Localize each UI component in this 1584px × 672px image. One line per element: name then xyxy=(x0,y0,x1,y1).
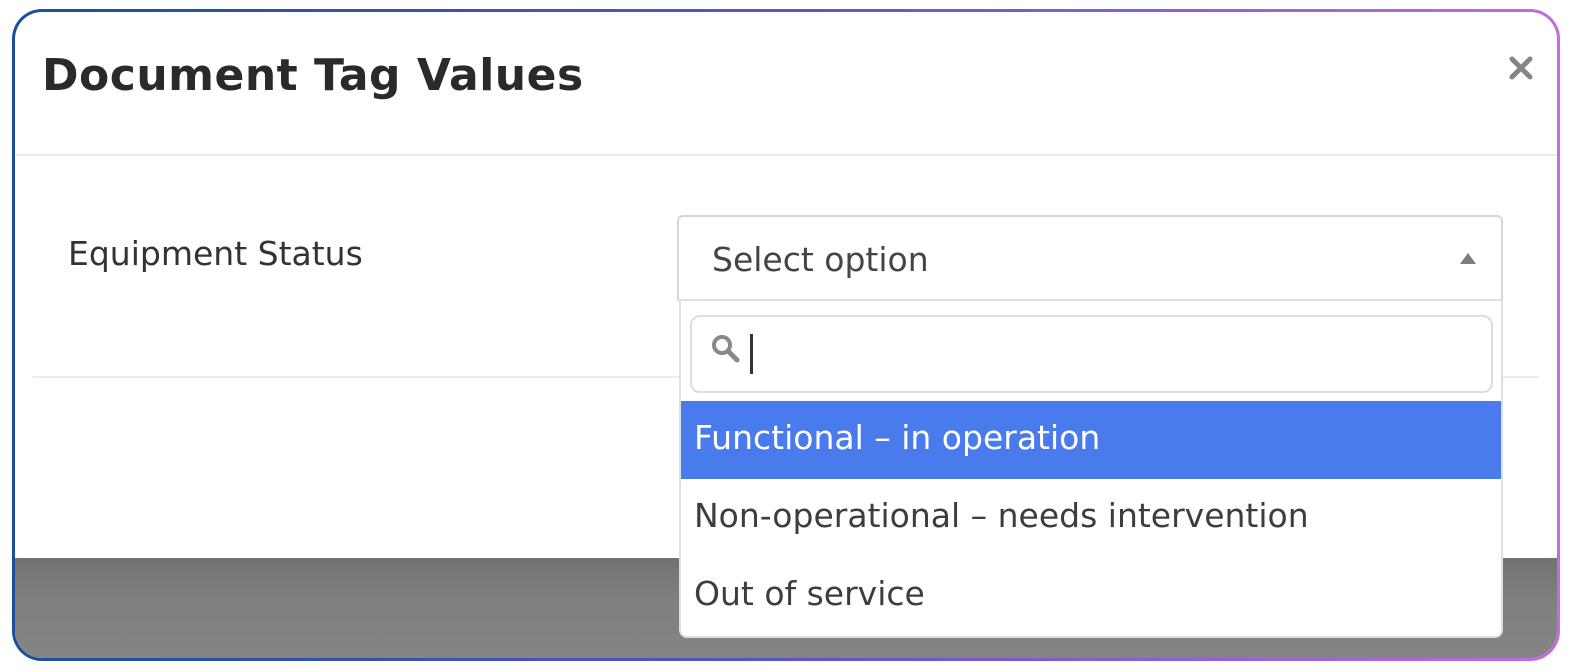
select-dropdown: Functional – in operation Non-operationa… xyxy=(679,301,1503,638)
options-list: Functional – in operation Non-operationa… xyxy=(681,401,1501,635)
option-non-operational[interactable]: Non-operational – needs intervention xyxy=(681,479,1501,557)
modal-frame: Document Tag Values Equipment Status Sel… xyxy=(12,9,1560,661)
close-icon xyxy=(1509,56,1533,80)
chevron-up-icon xyxy=(1460,253,1476,264)
dropdown-search-input[interactable] xyxy=(748,331,1468,377)
close-button[interactable] xyxy=(1501,48,1541,88)
option-out-of-service[interactable]: Out of service xyxy=(681,557,1501,635)
option-functional[interactable]: Functional – in operation xyxy=(681,401,1501,479)
select-placeholder: Select option xyxy=(712,240,929,279)
search-icon xyxy=(712,335,740,363)
text-caret xyxy=(750,334,753,374)
dropdown-search-box[interactable] xyxy=(690,315,1493,393)
equipment-status-select[interactable]: Select option xyxy=(677,215,1503,301)
modal-header: Document Tag Values xyxy=(15,12,1557,156)
equipment-status-label: Equipment Status xyxy=(68,234,363,273)
document-tag-modal: Document Tag Values Equipment Status Sel… xyxy=(15,12,1557,658)
modal-title: Document Tag Values xyxy=(42,50,584,101)
